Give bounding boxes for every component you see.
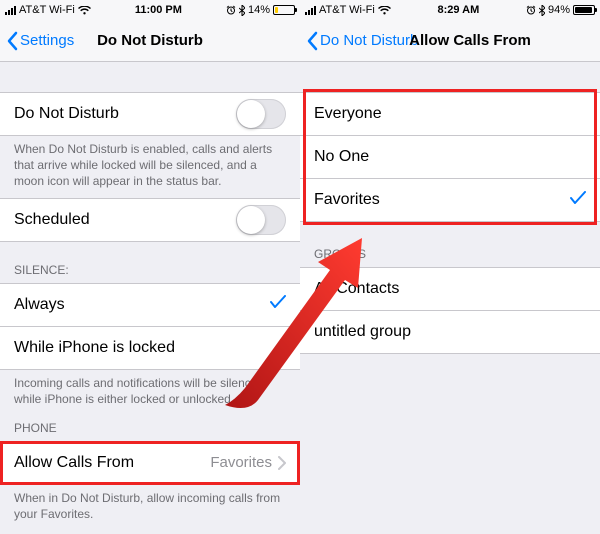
- group-all-contacts[interactable]: All Contacts: [300, 267, 600, 311]
- silence-always-row[interactable]: Always: [0, 283, 300, 327]
- scheduled-toggle-row[interactable]: Scheduled: [0, 198, 300, 242]
- checkmark-icon: [270, 295, 286, 314]
- dnd-footer: When Do Not Disturb is enabled, calls an…: [0, 135, 300, 198]
- status-time: 11:00 PM: [135, 4, 182, 16]
- allow-calls-footer: When in Do Not Disturb, allow incoming c…: [0, 484, 300, 530]
- alarm-icon: [226, 5, 236, 15]
- silence-locked-row[interactable]: While iPhone is locked: [0, 326, 300, 370]
- chevron-left-icon: [306, 31, 318, 51]
- option-noone[interactable]: No One: [300, 135, 600, 179]
- alarm-icon: [526, 5, 536, 15]
- allow-calls-value: Favorites: [210, 454, 272, 471]
- allow-calls-from-row[interactable]: Allow Calls From Favorites: [0, 441, 300, 485]
- phone-header: PHONE: [0, 415, 300, 441]
- dnd-label: Do Not Disturb: [14, 105, 236, 123]
- silence-header: SILENCE:: [0, 241, 300, 283]
- nav-back-label: Settings: [20, 32, 74, 49]
- option-label: Favorites: [314, 191, 570, 209]
- group-label: untitled group: [314, 323, 586, 341]
- status-bar: AT&T Wi-Fi 11:00 PM 14%: [0, 0, 300, 20]
- status-battery-pct: 94%: [548, 4, 570, 16]
- status-battery-pct: 14%: [248, 4, 270, 16]
- scheduled-toggle[interactable]: [236, 205, 286, 235]
- cell-signal-icon: [5, 6, 16, 15]
- option-favorites[interactable]: Favorites: [300, 178, 600, 222]
- nav-back-button[interactable]: Settings: [6, 31, 74, 51]
- chevron-left-icon: [6, 31, 18, 51]
- cell-signal-icon: [305, 6, 316, 15]
- silence-locked-label: While iPhone is locked: [14, 339, 286, 357]
- status-time: 8:29 AM: [438, 4, 480, 16]
- group-untitled[interactable]: untitled group: [300, 310, 600, 354]
- battery-icon: [273, 5, 295, 15]
- status-carrier: AT&T Wi-Fi: [19, 4, 75, 16]
- status-bar: AT&T Wi-Fi 8:29 AM 94%: [300, 0, 600, 20]
- status-carrier: AT&T Wi-Fi: [319, 4, 375, 16]
- checkmark-icon: [570, 191, 586, 210]
- nav-bar: Do Not Disturb Allow Calls From: [300, 20, 600, 62]
- scheduled-label: Scheduled: [14, 211, 236, 229]
- dnd-toggle[interactable]: [236, 99, 286, 129]
- nav-bar: Settings Do Not Disturb: [0, 20, 300, 62]
- chevron-right-icon: [278, 456, 286, 470]
- nav-back-button[interactable]: Do Not Disturb: [306, 31, 418, 51]
- dnd-toggle-row[interactable]: Do Not Disturb: [0, 92, 300, 136]
- phone-dnd-settings: AT&T Wi-Fi 11:00 PM 14% Settings Do Not …: [0, 0, 300, 534]
- silence-footer: Incoming calls and notifications will be…: [0, 369, 300, 415]
- wifi-icon: [378, 6, 391, 15]
- bluetooth-icon: [239, 5, 245, 16]
- option-label: No One: [314, 148, 586, 166]
- silence-always-label: Always: [14, 296, 270, 314]
- group-label: All Contacts: [314, 280, 586, 298]
- groups-header: GROUPS: [300, 221, 600, 267]
- option-label: Everyone: [314, 105, 586, 123]
- option-everyone[interactable]: Everyone: [300, 92, 600, 136]
- wifi-icon: [78, 6, 91, 15]
- phone-allow-calls-from: AT&T Wi-Fi 8:29 AM 94% Do Not Disturb Al…: [300, 0, 600, 534]
- allow-calls-label: Allow Calls From: [14, 454, 210, 472]
- battery-icon: [573, 5, 595, 15]
- bluetooth-icon: [539, 5, 545, 16]
- nav-back-label: Do Not Disturb: [320, 32, 418, 49]
